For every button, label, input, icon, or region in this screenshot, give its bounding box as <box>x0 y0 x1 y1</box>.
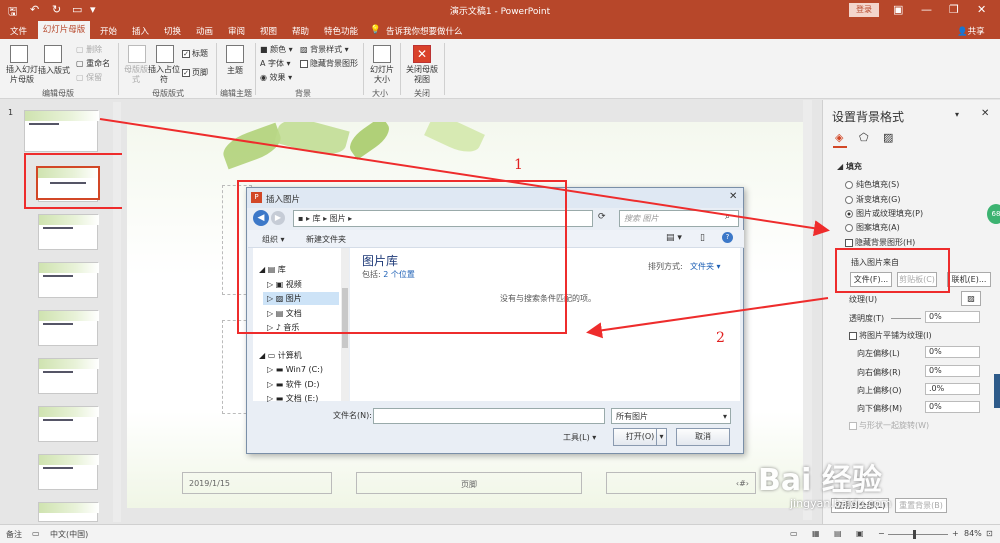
step-number-1: 1 <box>514 157 523 173</box>
arrow-1 <box>99 118 830 237</box>
arrow-2 <box>586 297 829 339</box>
step-number-2: 2 <box>716 330 725 346</box>
baidu-watermark-url: jingyan.baidu.com <box>790 497 892 510</box>
baidu-watermark: Bai 经验 <box>758 463 882 498</box>
